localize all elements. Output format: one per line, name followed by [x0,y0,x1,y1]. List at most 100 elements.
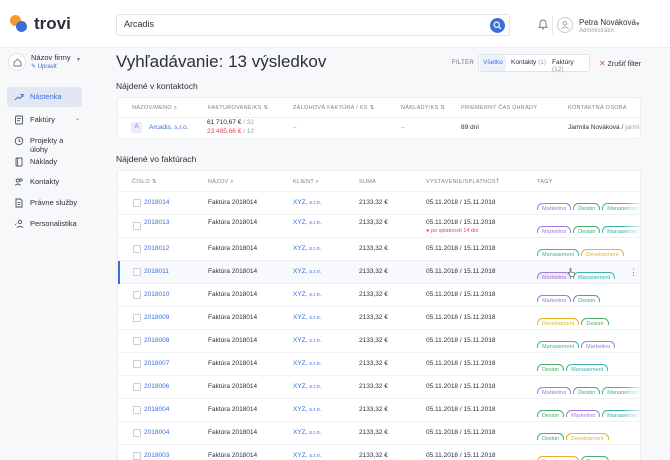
row-checkbox[interactable] [133,383,141,391]
row-checkbox[interactable] [133,337,141,345]
company-edit-link[interactable]: ✎ Upraviť [31,63,57,70]
row-checkbox[interactable] [133,245,141,253]
sidebar-item-faktury[interactable]: Faktúry ⌄ [7,110,82,130]
invoice-number-link[interactable]: 2018004 [144,429,169,436]
invoice-number-link[interactable]: 2018011 [144,268,169,275]
clear-filter-button[interactable]: ✕ Zrušiť filter [599,59,641,68]
invoice-number-link[interactable]: 2018007 [144,360,169,367]
tag-badge[interactable]: Management [537,249,580,256]
row-checkbox[interactable] [133,452,141,460]
client-link[interactable]: XYZ, s.r.o. [293,337,321,344]
logo[interactable]: trovi [10,14,71,34]
search-button[interactable] [490,18,505,33]
tag-badge[interactable]: Development [537,318,580,325]
table-row[interactable]: 2018008 Faktúra 2018014 XYZ, s.r.o. 2133,32… [118,330,640,353]
column-header[interactable]: NÁZOV ⌕ [208,179,234,186]
chevron-down-icon[interactable]: ▾ [77,56,80,63]
sidebar-item-projekty[interactable]: Projekty a úlohy [7,131,82,154]
filter-invoices-button[interactable]: Faktúry (12) [549,55,589,73]
chevron-down-icon[interactable]: ▾ [636,20,640,28]
company-switcher[interactable]: Názov firmy ✎ Upraviť ▾ [8,52,86,72]
client-link[interactable]: XYZ, s.r.o. [293,199,321,206]
column-header[interactable]: FAKTUROVANÉ/KS ⇅ [208,105,268,111]
table-row[interactable]: 2018014 Faktúra 2018014 XYZ, s.r.o. 2133,32… [118,192,640,215]
column-header[interactable]: KLIENT ⌕ [293,179,319,186]
invoice-number-link[interactable]: 2018009 [144,314,169,321]
client-link[interactable]: XYZ, s.r.o. [293,452,321,459]
client-link[interactable]: XYZ, s.r.o. [293,429,321,436]
tag-badge[interactable]: Management [537,341,580,348]
sidebar-item-nastenka[interactable]: Nástenka [7,87,82,107]
table-row[interactable]: 2018006 Faktúra 2018014 XYZ, s.r.o. 2133,32… [118,376,640,399]
search-value[interactable]: Arcadis [124,19,154,29]
tag-badge[interactable]: Design [581,318,609,325]
sidebar-item-pravne-sluzby[interactable]: Právne služby [7,193,82,213]
column-header[interactable]: NÁKLADY/KS ⇅ [401,105,445,111]
client-link[interactable]: XYZ, s.r.o. [293,245,321,252]
invoice-number-link[interactable]: 2018004 [144,406,169,413]
tag-badge[interactable]: Marketing [537,295,572,302]
client-link[interactable]: XYZ, s.r.o. [293,360,321,367]
tag-badge[interactable]: Management [573,272,616,279]
sidebar-item-personalistika[interactable]: Personalistika [7,214,82,234]
client-link[interactable]: XYZ, s.r.o. [293,314,321,321]
table-row[interactable]: 2018003 Faktúra 2018014 XYZ, s.r.o. 2133,32… [118,445,640,460]
filter-contacts-button[interactable]: Kontakty (1) [508,55,549,71]
column-header[interactable]: NÁZOV/MENO ⌕ [132,105,177,112]
row-checkbox[interactable] [133,268,141,276]
row-checkbox[interactable] [133,406,141,414]
filter-all-button[interactable]: Všetko [480,55,506,71]
table-row[interactable]: 2018010 Faktúra 2018014 XYZ, s.r.o. 2133,32… [118,284,640,307]
client-link[interactable]: XYZ, s.r.o. [293,268,321,275]
invoice-number-link[interactable]: 2018006 [144,383,169,390]
bell-icon[interactable] [538,19,548,30]
tag-badge[interactable]: Marketing [566,410,601,417]
column-header[interactable]: ZÁLOHOVÁ FAKTÚRA / KS ⇅ [293,105,375,111]
table-row[interactable]: 2018012 Faktúra 2018014 XYZ, s.r.o. 2133,32… [118,238,640,261]
sidebar-item-naklady[interactable]: Náklady [7,152,82,172]
row-checkbox[interactable] [133,314,141,322]
client-link[interactable]: XYZ, s.r.o. [293,291,321,298]
tag-badge[interactable]: Design [573,295,601,302]
row-checkbox[interactable] [133,199,141,207]
invoice-number-link[interactable]: 2018010 [144,291,169,298]
tag-badge[interactable]: Marketing [537,387,572,394]
tag-badge[interactable]: Marketing [537,203,572,210]
client-link[interactable]: XYZ, s.r.o. [293,383,321,390]
sidebar-item-kontakty[interactable]: Kontakty [7,172,82,192]
tag-badge[interactable]: Design [573,226,601,233]
invoice-number-link[interactable]: 2018013 [144,219,169,226]
invoice-number-link[interactable]: 2018003 [144,452,169,459]
invoice-number-link[interactable]: 2018012 [144,245,169,252]
tag-badge[interactable]: Design [573,203,601,210]
table-row[interactable]: 2018013 Faktúra 2018014 XYZ, s.r.o. 2133,32… [118,215,640,238]
invoice-number-link[interactable]: 2018008 [144,337,169,344]
tag-badge[interactable]: Design [537,433,565,440]
row-checkbox[interactable] [133,222,141,230]
client-link[interactable]: XYZ, s.r.o. [293,406,321,413]
tag-badge[interactable]: Design [537,364,565,371]
table-row[interactable]: 2018004 Faktúra 2018014 XYZ, s.r.o. 2133,32… [118,422,640,445]
table-row[interactable]: 2018007 Faktúra 2018014 XYZ, s.r.o. 2133,32… [118,353,640,376]
column-header[interactable]: ČÍSLO ⇅ [132,179,157,185]
tag-badge[interactable]: Design [537,410,565,417]
table-row[interactable]: 2018004 Faktúra 2018014 XYZ, s.r.o. 2133,32… [118,399,640,422]
row-checkbox[interactable] [133,429,141,437]
table-row[interactable]: 2018009 Faktúra 2018014 XYZ, s.r.o. 2133,32… [118,307,640,330]
tag-badge[interactable]: Design [581,456,609,460]
tag-badge[interactable]: Design [573,387,601,394]
contact-person[interactable]: Jarmila Nováková / jarmi [568,124,639,131]
client-link[interactable]: XYZ, s.r.o. [293,219,321,226]
tag-badge[interactable]: Marketing [537,272,572,279]
invoice-number-link[interactable]: 2018014 [144,199,169,206]
tag-badge[interactable]: Development [566,433,609,440]
row-checkbox[interactable] [133,360,141,368]
tag-badge[interactable]: Development [537,456,580,460]
tag-badge[interactable]: Management [566,364,609,371]
contact-name-link[interactable]: Arcadis, s.r.o. [149,124,188,131]
table-row[interactable]: 2018011 Faktúra 2018014 XYZ, s.r.o. 2133,32… [118,261,640,284]
tag-badge[interactable]: Marketing [537,226,572,233]
row-checkbox[interactable] [133,291,141,299]
search-input[interactable]: Arcadis [116,14,510,36]
avatar[interactable] [557,17,573,33]
